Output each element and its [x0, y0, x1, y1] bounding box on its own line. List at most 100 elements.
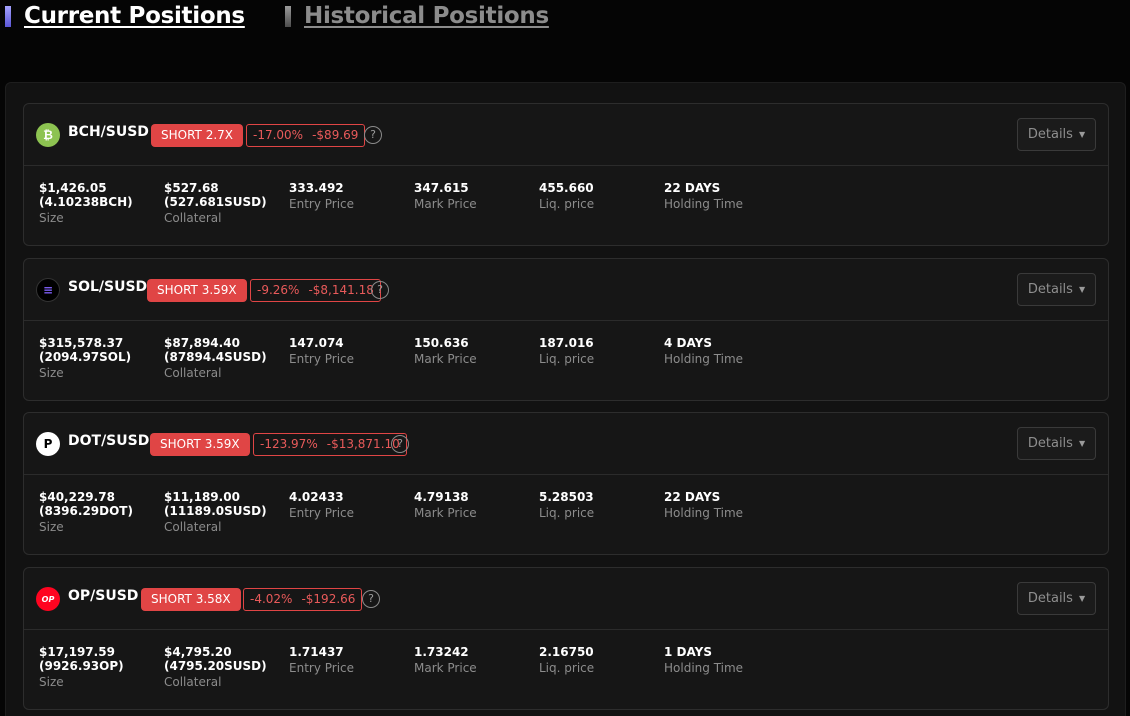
stat-collateral: $11,189.00 (11189.0SUSD) Collateral	[164, 490, 267, 536]
stat-liq-price: 455.660 Liq. price	[539, 181, 594, 213]
size-quantity: (4.10238BCH)	[39, 195, 133, 209]
size-quantity: (2094.97SOL)	[39, 350, 132, 364]
position-card-header: ≡ SOL/SUSD SHORT 3.59X -9.26% -$8,141.18 …	[24, 259, 1108, 321]
stat-size: $1,426.05 (4.10238BCH) Size	[39, 181, 133, 227]
mark-price-label: Mark Price	[414, 197, 477, 211]
solana-icon: ≡	[36, 278, 60, 302]
entry-price-value: 333.492	[289, 181, 344, 195]
entry-price-label: Entry Price	[289, 506, 355, 520]
collateral-quantity: (87894.4SUSD)	[164, 350, 267, 364]
tab-current-positions-label: Current Positions	[24, 3, 245, 29]
pnl-percent: -4.02%	[250, 592, 293, 606]
tab-indicator	[285, 5, 291, 27]
size-value: $17,197.59	[39, 645, 115, 659]
stat-collateral: $527.68 (527.681SUSD) Collateral	[164, 181, 267, 227]
collateral-value: $11,189.00	[164, 490, 240, 504]
pair-name: DOT/SUSD	[68, 433, 150, 449]
details-button[interactable]: Details ▼	[1017, 427, 1096, 460]
positions-tabs: Current Positions Historical Positions	[0, 0, 1130, 36]
stat-holding-time: 4 DAYS Holding Time	[664, 336, 743, 368]
position-card-sol: ≡ SOL/SUSD SHORT 3.59X -9.26% -$8,141.18 …	[23, 258, 1109, 401]
mark-price-label: Mark Price	[414, 661, 477, 675]
size-quantity: (8396.29DOT)	[39, 504, 133, 518]
size-label: Size	[39, 211, 64, 225]
pnl-badge: -4.02% -$192.66	[243, 588, 363, 611]
entry-price-value: 147.074	[289, 336, 344, 350]
polkadot-icon: P	[36, 432, 60, 456]
holding-time-value: 22 DAYS	[664, 490, 721, 504]
help-icon[interactable]: ?	[362, 590, 380, 608]
stat-holding-time: 1 DAYS Holding Time	[664, 645, 743, 677]
entry-price-label: Entry Price	[289, 661, 355, 675]
liq-price-label: Liq. price	[539, 506, 595, 520]
size-value: $315,578.37	[39, 336, 124, 350]
details-button[interactable]: Details ▼	[1017, 118, 1096, 151]
tab-historical-positions[interactable]: Historical Positions	[285, 3, 549, 29]
liq-price-value: 455.660	[539, 181, 594, 195]
positions-panel: ₿ BCH/SUSD SHORT 2.7X -17.00% -$89.69 ? D…	[5, 82, 1126, 716]
pair-name: BCH/SUSD	[68, 124, 149, 140]
liq-price-label: Liq. price	[539, 661, 595, 675]
pnl-usd: -$89.69	[312, 128, 359, 142]
stat-size: $40,229.78 (8396.29DOT) Size	[39, 490, 133, 536]
holding-time-label: Holding Time	[664, 197, 744, 211]
stat-collateral: $4,795.20 (4795.20SUSD) Collateral	[164, 645, 267, 691]
entry-price-value: 1.71437	[289, 645, 344, 659]
holding-time-label: Holding Time	[664, 506, 744, 520]
collateral-value: $87,894.40	[164, 336, 240, 350]
tab-indicator	[5, 5, 11, 27]
tab-historical-positions-label: Historical Positions	[304, 3, 549, 29]
entry-price-label: Entry Price	[289, 197, 355, 211]
holding-time-value: 4 DAYS	[664, 336, 712, 350]
mark-price-label: Mark Price	[414, 506, 477, 520]
help-icon[interactable]: ?	[364, 126, 382, 144]
stat-size: $17,197.59 (9926.93OP) Size	[39, 645, 124, 691]
details-button[interactable]: Details ▼	[1017, 582, 1096, 615]
stat-collateral: $87,894.40 (87894.4SUSD) Collateral	[164, 336, 267, 382]
collateral-value: $527.68	[164, 181, 219, 195]
mark-price-value: 1.73242	[414, 645, 469, 659]
stat-liq-price: 2.16750 Liq. price	[539, 645, 594, 677]
mark-price-label: Mark Price	[414, 352, 477, 366]
size-label: Size	[39, 675, 64, 689]
collateral-quantity: (4795.20SUSD)	[164, 659, 267, 673]
pair-name: SOL/SUSD	[68, 279, 148, 295]
collateral-value: $4,795.20	[164, 645, 232, 659]
stat-mark-price: 150.636 Mark Price	[414, 336, 477, 368]
position-card-bch: ₿ BCH/SUSD SHORT 2.7X -17.00% -$89.69 ? D…	[23, 103, 1109, 246]
bitcoin-cash-icon: ₿	[36, 123, 60, 147]
position-card-op: OP OP/SUSD SHORT 3.58X -4.02% -$192.66 ? …	[23, 567, 1109, 710]
position-card-header: P DOT/SUSD SHORT 3.59X -123.97% -$13,871.…	[24, 413, 1108, 475]
details-label: Details	[1027, 591, 1073, 606]
stat-entry-price: 4.02433 Entry Price	[289, 490, 354, 522]
details-button[interactable]: Details ▼	[1017, 273, 1096, 306]
details-label: Details	[1027, 127, 1073, 142]
stat-holding-time: 22 DAYS Holding Time	[664, 490, 743, 522]
collateral-label: Collateral	[164, 520, 222, 534]
mark-price-value: 4.79138	[414, 490, 469, 504]
chevron-down-icon: ▼	[1078, 130, 1086, 139]
collateral-label: Collateral	[164, 366, 222, 380]
liq-price-label: Liq. price	[539, 197, 595, 211]
optimism-icon: OP	[36, 587, 60, 611]
details-label: Details	[1027, 282, 1073, 297]
chevron-down-icon: ▼	[1078, 594, 1086, 603]
help-icon[interactable]: ?	[371, 281, 389, 299]
tab-current-positions[interactable]: Current Positions	[5, 3, 245, 29]
side-leverage-badge: SHORT 3.59X	[150, 433, 250, 456]
chevron-down-icon: ▼	[1078, 439, 1086, 448]
stat-size: $315,578.37 (2094.97SOL) Size	[39, 336, 131, 382]
liq-price-value: 187.016	[539, 336, 594, 350]
stat-mark-price: 4.79138 Mark Price	[414, 490, 477, 522]
entry-price-label: Entry Price	[289, 352, 355, 366]
pnl-usd: -$8,141.18	[308, 283, 374, 297]
details-label: Details	[1027, 436, 1073, 451]
stat-mark-price: 347.615 Mark Price	[414, 181, 477, 213]
pnl-badge: -17.00% -$89.69	[246, 124, 366, 147]
collateral-label: Collateral	[164, 675, 222, 689]
pnl-usd: -$192.66	[301, 592, 356, 606]
stat-entry-price: 1.71437 Entry Price	[289, 645, 354, 677]
size-label: Size	[39, 366, 64, 380]
pnl-percent: -9.26%	[257, 283, 300, 297]
help-icon[interactable]: ?	[391, 435, 409, 453]
